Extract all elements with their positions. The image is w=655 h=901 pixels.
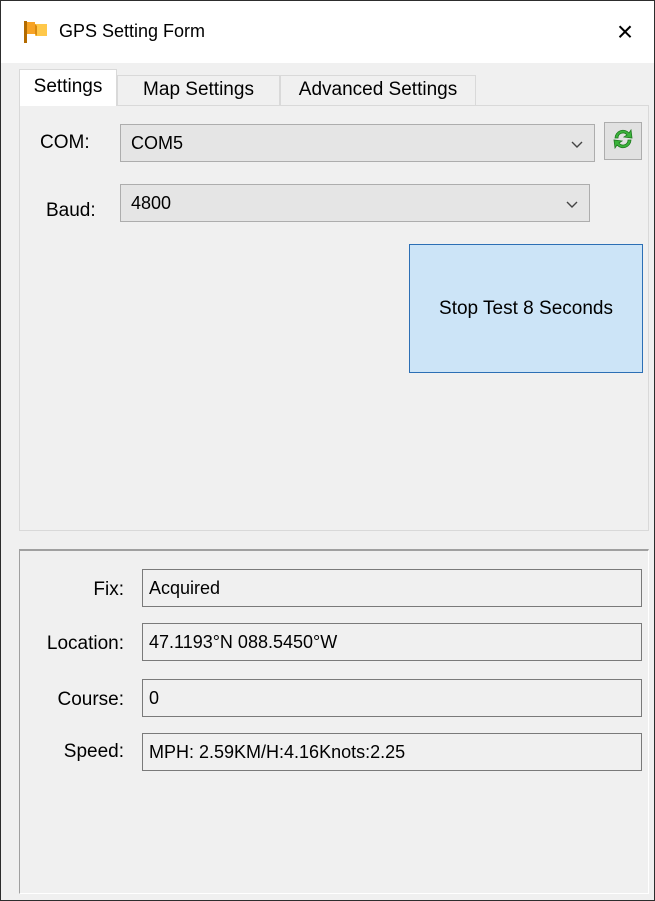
- fix-field[interactable]: Acquired: [142, 569, 642, 607]
- settings-tab-page: COM: COM5 Baud: 4800 Stop Test 8 Seconds: [19, 105, 649, 531]
- baud-rate-select[interactable]: 4800: [120, 184, 590, 222]
- title-bar[interactable]: GPS Setting Form ×: [1, 1, 654, 63]
- baud-label: Baud:: [46, 200, 96, 221]
- tab-settings[interactable]: Settings: [19, 69, 117, 106]
- course-label: Course:: [57, 689, 124, 710]
- speed-field[interactable]: MPH: 2.59KM/H:4.16Knots:2.25: [142, 733, 642, 771]
- tab-advanced-settings[interactable]: Advanced Settings: [280, 75, 476, 105]
- gps-setting-window: GPS Setting Form × Settings Map Settings…: [0, 0, 655, 901]
- speed-label: Speed:: [63, 741, 124, 762]
- refresh-ports-button[interactable]: [604, 122, 642, 160]
- baud-rate-value: 4800: [131, 193, 172, 213]
- chevron-down-icon: [570, 137, 584, 151]
- course-field[interactable]: 0: [142, 679, 642, 717]
- close-button[interactable]: ×: [596, 1, 654, 63]
- stop-test-label: Stop Test 8 Seconds: [439, 297, 613, 319]
- tab-map-settings[interactable]: Map Settings: [117, 75, 280, 105]
- chevron-down-icon: [565, 197, 579, 211]
- gps-status-panel: Fix: Acquired Location: 47.1193°N 088.54…: [19, 549, 649, 894]
- com-label: COM:: [40, 132, 90, 153]
- stop-test-button[interactable]: Stop Test 8 Seconds: [409, 244, 643, 373]
- com-port-value: COM5: [131, 133, 184, 153]
- location-field[interactable]: 47.1193°N 088.5450°W: [142, 623, 642, 661]
- refresh-icon: [611, 127, 635, 156]
- tab-strip: Settings Map Settings Advanced Settings: [19, 69, 649, 106]
- location-label: Location:: [46, 633, 124, 654]
- close-icon: ×: [616, 16, 634, 47]
- tab-settings-label: Settings: [33, 76, 103, 97]
- com-port-select[interactable]: COM5: [120, 124, 595, 162]
- window-title: GPS Setting Form: [59, 21, 206, 41]
- flag-app-icon: [23, 21, 49, 43]
- fix-label: Fix:: [93, 579, 124, 600]
- tab-map-settings-label: Map Settings: [143, 79, 254, 100]
- tab-advanced-settings-label: Advanced Settings: [298, 79, 458, 100]
